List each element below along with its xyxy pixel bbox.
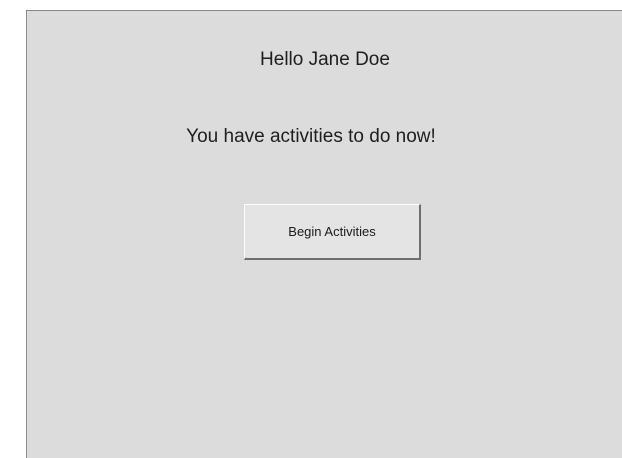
main-window: Hello Jane Doe You have activities to do…	[26, 10, 622, 458]
greeting-heading: Hello Jane Doe	[260, 49, 390, 70]
activities-message: You have activities to do now!	[186, 126, 436, 147]
begin-activities-button[interactable]: Begin Activities	[244, 204, 421, 260]
